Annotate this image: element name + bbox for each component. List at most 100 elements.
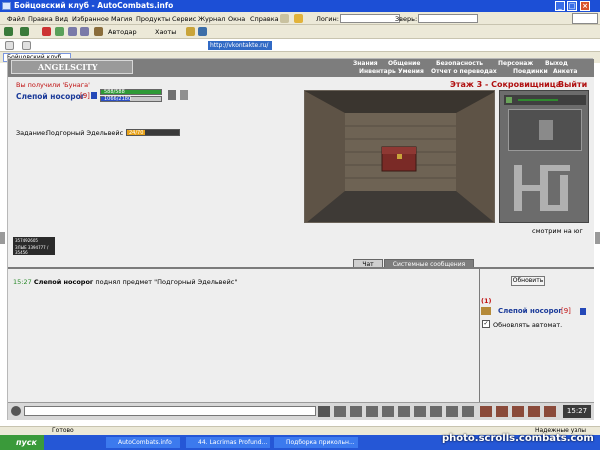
dungeon-view[interactable]	[304, 90, 495, 223]
nav-knowledge[interactable]: Знания	[353, 60, 378, 67]
pet-select[interactable]	[418, 14, 478, 23]
task-progress: 24/70	[126, 129, 180, 136]
task-progress-text: 24/70	[129, 130, 144, 136]
angelscity-logo: ANGELSCITY	[11, 60, 133, 74]
direction-text: смотрим на юг	[532, 227, 583, 235]
minimize-button[interactable]: _	[555, 1, 565, 11]
maximize-button[interactable]: □	[567, 1, 577, 11]
map-indicator-icon	[506, 97, 512, 103]
tools-icon[interactable]	[94, 27, 103, 36]
online-count: (1)	[481, 297, 492, 305]
counter-badge[interactable]: 357492605 ЗЛЫЕ 3394777 / 35456	[13, 237, 55, 255]
nav-transfer-report[interactable]: Отчет о переводах	[431, 68, 497, 75]
nav-communication[interactable]: Общение	[388, 60, 420, 67]
nav-security[interactable]: Безопасность	[436, 60, 483, 67]
map-toolbar	[504, 95, 586, 105]
player-name[interactable]: Слепой носорог	[16, 92, 85, 101]
game-clock: 15:27	[563, 405, 591, 418]
back-icon[interactable]	[4, 27, 13, 36]
tool-icon-1[interactable]	[186, 27, 195, 36]
online-info-icon[interactable]	[580, 308, 586, 315]
nav-profile[interactable]: Анкета	[553, 68, 577, 75]
chat-menu-icon[interactable]	[11, 406, 21, 416]
floor-title: Этаж 3 - Сокровищница	[450, 80, 562, 89]
menu-favorites[interactable]: Избранное	[72, 15, 109, 23]
skill-icon-1[interactable]	[480, 406, 492, 417]
hp-bar: 588/588	[100, 89, 162, 95]
task-lacrimas[interactable]: 44. Lacrimas Profund...	[186, 437, 270, 448]
settings-chat-icon[interactable]	[462, 406, 474, 417]
refresh-icon[interactable]	[55, 27, 64, 36]
dungeon-scene	[305, 91, 494, 222]
menu-products[interactable]: Продукты	[136, 15, 170, 23]
menu-view[interactable]: Вид	[55, 15, 68, 23]
nav-skills[interactable]: Умения	[398, 68, 424, 75]
info-icon[interactable]	[91, 92, 97, 99]
online-user[interactable]: Слепой носорог	[498, 307, 562, 315]
nav-inventory[interactable]: Инвентарь	[359, 68, 396, 75]
home-icon[interactable]	[280, 14, 289, 23]
autodar-button[interactable]: Автодар	[108, 28, 137, 36]
menu-journal[interactable]: Журнал	[198, 15, 225, 23]
armor-icon[interactable]	[180, 90, 188, 100]
arrows-icon[interactable]	[414, 406, 426, 417]
right-scroll-arrow-icon[interactable]	[595, 232, 600, 244]
nav-exit[interactable]: Выход	[545, 60, 568, 67]
haoty-button[interactable]: Хаоты	[155, 28, 176, 36]
nav-fights[interactable]: Поединки	[513, 68, 548, 75]
menu-service[interactable]: Сервис	[172, 15, 196, 23]
task-podborka[interactable]: Подборка прикольн...	[274, 437, 358, 448]
tool-icon-2[interactable]	[5, 41, 14, 50]
person-icon[interactable]	[382, 406, 394, 417]
auto-refresh-label: Обновлять автомат.	[493, 321, 563, 329]
windows-logo	[572, 13, 598, 24]
menu-edit[interactable]: Правка	[28, 15, 53, 23]
url-input[interactable]: http://vkontakte.ru/	[208, 41, 272, 50]
page-icon[interactable]	[68, 27, 77, 36]
compass-arrow-icon[interactable]	[539, 120, 553, 140]
close-button[interactable]: ×	[580, 1, 590, 11]
map-panel	[499, 90, 589, 223]
chat-input[interactable]	[24, 406, 316, 416]
menu-help[interactable]: Справка	[250, 15, 279, 23]
left-scroll-arrow-icon[interactable]	[0, 232, 5, 244]
received-notice: Вы получили 'Бунага'	[16, 81, 90, 89]
shield-icon[interactable]	[168, 90, 176, 100]
stop-icon[interactable]	[42, 27, 51, 36]
task-name: Подгорный Эдельвейс	[46, 129, 124, 137]
chat-author[interactable]: Слепой носорог	[34, 278, 94, 286]
chair-icon[interactable]	[430, 406, 442, 417]
hammer-icon[interactable]	[366, 406, 378, 417]
eraser-icon[interactable]	[334, 406, 346, 417]
login-input[interactable]	[340, 14, 400, 23]
start-button[interactable]: пуск	[0, 435, 44, 450]
task-autocombats[interactable]: AutoCombats.info	[106, 437, 180, 448]
filter-icon[interactable]	[198, 27, 207, 36]
tool-icon-3[interactable]	[22, 41, 31, 50]
menu-magic[interactable]: Магия	[111, 15, 132, 23]
user-icon	[481, 307, 491, 315]
skill-icon-2[interactable]	[496, 406, 508, 417]
hp-text: 588/588	[104, 89, 125, 95]
smile-icon[interactable]	[446, 406, 458, 417]
nav-character[interactable]: Персонаж	[498, 60, 533, 67]
watermark: photo.scrolls.combats.com	[442, 433, 594, 444]
skill-icon-5[interactable]	[544, 406, 556, 417]
task-label: Задание:	[16, 129, 48, 137]
smiley-icon[interactable]	[294, 14, 303, 23]
auto-refresh-checkbox[interactable]: ✓	[482, 320, 490, 328]
skill-icon-3[interactable]	[512, 406, 524, 417]
forward-icon[interactable]	[20, 27, 29, 36]
minimap	[514, 165, 570, 211]
fight-icon[interactable]	[398, 406, 410, 417]
print-icon[interactable]	[80, 27, 89, 36]
game-header: ANGELSCITY Знания Общение Безопасность П…	[8, 59, 594, 77]
filter-chat-icon[interactable]	[350, 406, 362, 417]
menu-windows[interactable]: Окна	[228, 15, 245, 23]
refresh-button[interactable]: Обновить	[511, 276, 545, 286]
exit-link[interactable]: Выйти	[558, 80, 587, 89]
send-icon[interactable]	[318, 406, 330, 417]
skill-icon-4[interactable]	[528, 406, 540, 417]
compass[interactable]	[508, 109, 582, 151]
menu-file[interactable]: Файл	[7, 15, 25, 23]
